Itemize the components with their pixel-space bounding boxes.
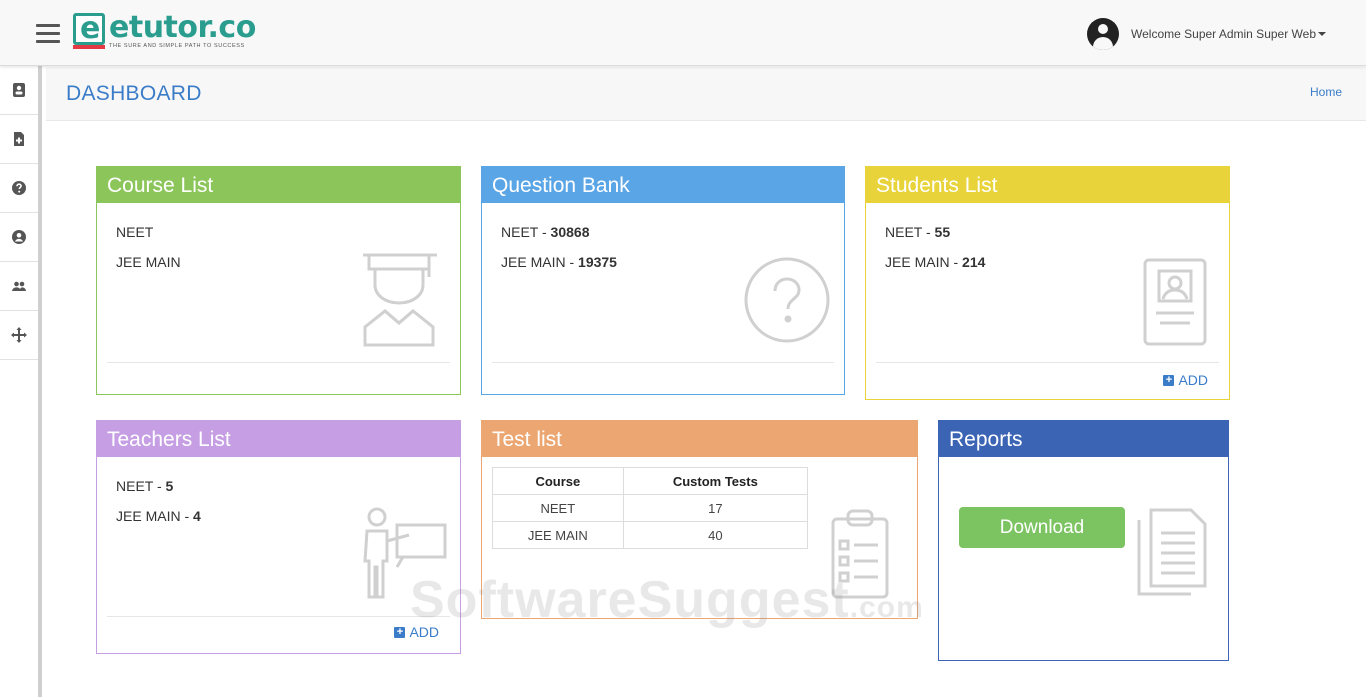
plus-square-icon: + <box>394 626 406 638</box>
add-teacher-button[interactable]: + ADD <box>394 624 439 640</box>
table-cell: 17 <box>622 494 809 522</box>
panel-divider <box>107 362 450 363</box>
sidebar-item-students[interactable] <box>0 213 38 262</box>
students-list-panel: Students List NEET - 55 JEE MAIN - 214 +… <box>865 166 1230 400</box>
move-arrows-icon <box>11 327 27 343</box>
students-list-title[interactable]: Students List <box>866 167 1229 203</box>
table-cell: NEET <box>492 494 624 522</box>
teachers-item[interactable]: NEET - 5 <box>116 471 441 501</box>
logo[interactable]: e etutor.co THE SURE AND SIMPLE PATH TO … <box>73 10 256 53</box>
question-bank-title[interactable]: Question Bank <box>482 167 844 203</box>
panel-divider <box>876 362 1219 363</box>
question-bank-panel: Question Bank NEET - 30868 JEE MAIN - 19… <box>481 166 845 395</box>
user-menu[interactable]: Welcome Super Admin Super Web <box>1087 14 1326 54</box>
question-mark-icon <box>742 255 832 350</box>
column-header-custom-tests: Custom Tests <box>622 467 809 495</box>
course-list-panel: Course List NEET JEE MAIN <box>96 166 461 395</box>
welcome-text: Welcome Super Admin Super Web <box>1131 27 1316 41</box>
reports-title[interactable]: Reports <box>939 421 1228 457</box>
panel-divider <box>492 362 834 363</box>
sidebar-item-add-file[interactable] <box>0 115 38 164</box>
test-list-title[interactable]: Test list <box>482 421 917 457</box>
table-cell: 40 <box>622 521 809 549</box>
id-badge-icon <box>1142 255 1208 352</box>
course-list-title[interactable]: Course List <box>97 167 460 203</box>
teacher-board-icon <box>359 507 449 604</box>
table-cell: JEE MAIN <box>492 521 624 549</box>
course-item[interactable]: NEET <box>116 217 441 247</box>
teachers-list-panel: Teachers List NEET - 5 JEE MAIN - 4 + ADD <box>96 420 461 654</box>
logo-tagline: THE SURE AND SIMPLE PATH TO SUCCESS <box>109 43 245 49</box>
id-card-icon <box>13 83 25 97</box>
top-navbar: e etutor.co THE SURE AND SIMPLE PATH TO … <box>0 0 1366 66</box>
column-header-course: Course <box>492 467 624 495</box>
sidebar-item-teachers[interactable] <box>0 262 38 311</box>
teachers-list-title[interactable]: Teachers List <box>97 421 460 457</box>
breadcrumb-home-link[interactable]: Home <box>1310 85 1342 99</box>
documents-icon <box>1135 507 1209 602</box>
content-header: DASHBOARD Home <box>46 67 1366 121</box>
sidebar-scroll-stub <box>38 625 42 649</box>
test-list-table: Course Custom Tests NEET 17 JEE MAIN 40 <box>492 467 809 549</box>
table-row[interactable]: JEE MAIN 40 <box>492 521 809 549</box>
avatar-icon <box>1087 18 1120 50</box>
caret-down-icon <box>1318 32 1326 36</box>
users-icon <box>12 281 26 291</box>
graduate-icon <box>359 251 439 352</box>
question-bank-item[interactable]: NEET - 30868 <box>501 217 825 247</box>
hamburger-menu-icon[interactable] <box>36 24 60 43</box>
panel-divider <box>107 616 450 617</box>
students-item[interactable]: NEET - 55 <box>885 217 1210 247</box>
sidebar-item-courses[interactable] <box>0 66 38 115</box>
sidebar-item-move[interactable] <box>0 311 38 360</box>
plus-square-icon: + <box>1163 374 1175 386</box>
logo-text: etutor.co <box>109 10 256 45</box>
table-row[interactable]: NEET 17 <box>492 494 809 522</box>
sidebar-item-questions[interactable] <box>0 164 38 213</box>
user-circle-icon <box>12 230 26 244</box>
test-list-panel: Test list Course Custom Tests NEET 17 JE… <box>481 420 918 619</box>
question-circle-icon <box>12 181 26 195</box>
logo-mark-icon: e <box>73 11 105 49</box>
sidebar <box>0 66 42 697</box>
clipboard-checklist-icon <box>830 505 890 606</box>
add-student-button[interactable]: + ADD <box>1163 372 1208 388</box>
reports-panel: Reports Download <box>938 420 1229 661</box>
page-title: DASHBOARD <box>66 82 202 105</box>
table-header-row: Course Custom Tests <box>492 467 809 495</box>
download-button[interactable]: Download <box>959 507 1125 548</box>
file-add-icon <box>14 132 24 146</box>
